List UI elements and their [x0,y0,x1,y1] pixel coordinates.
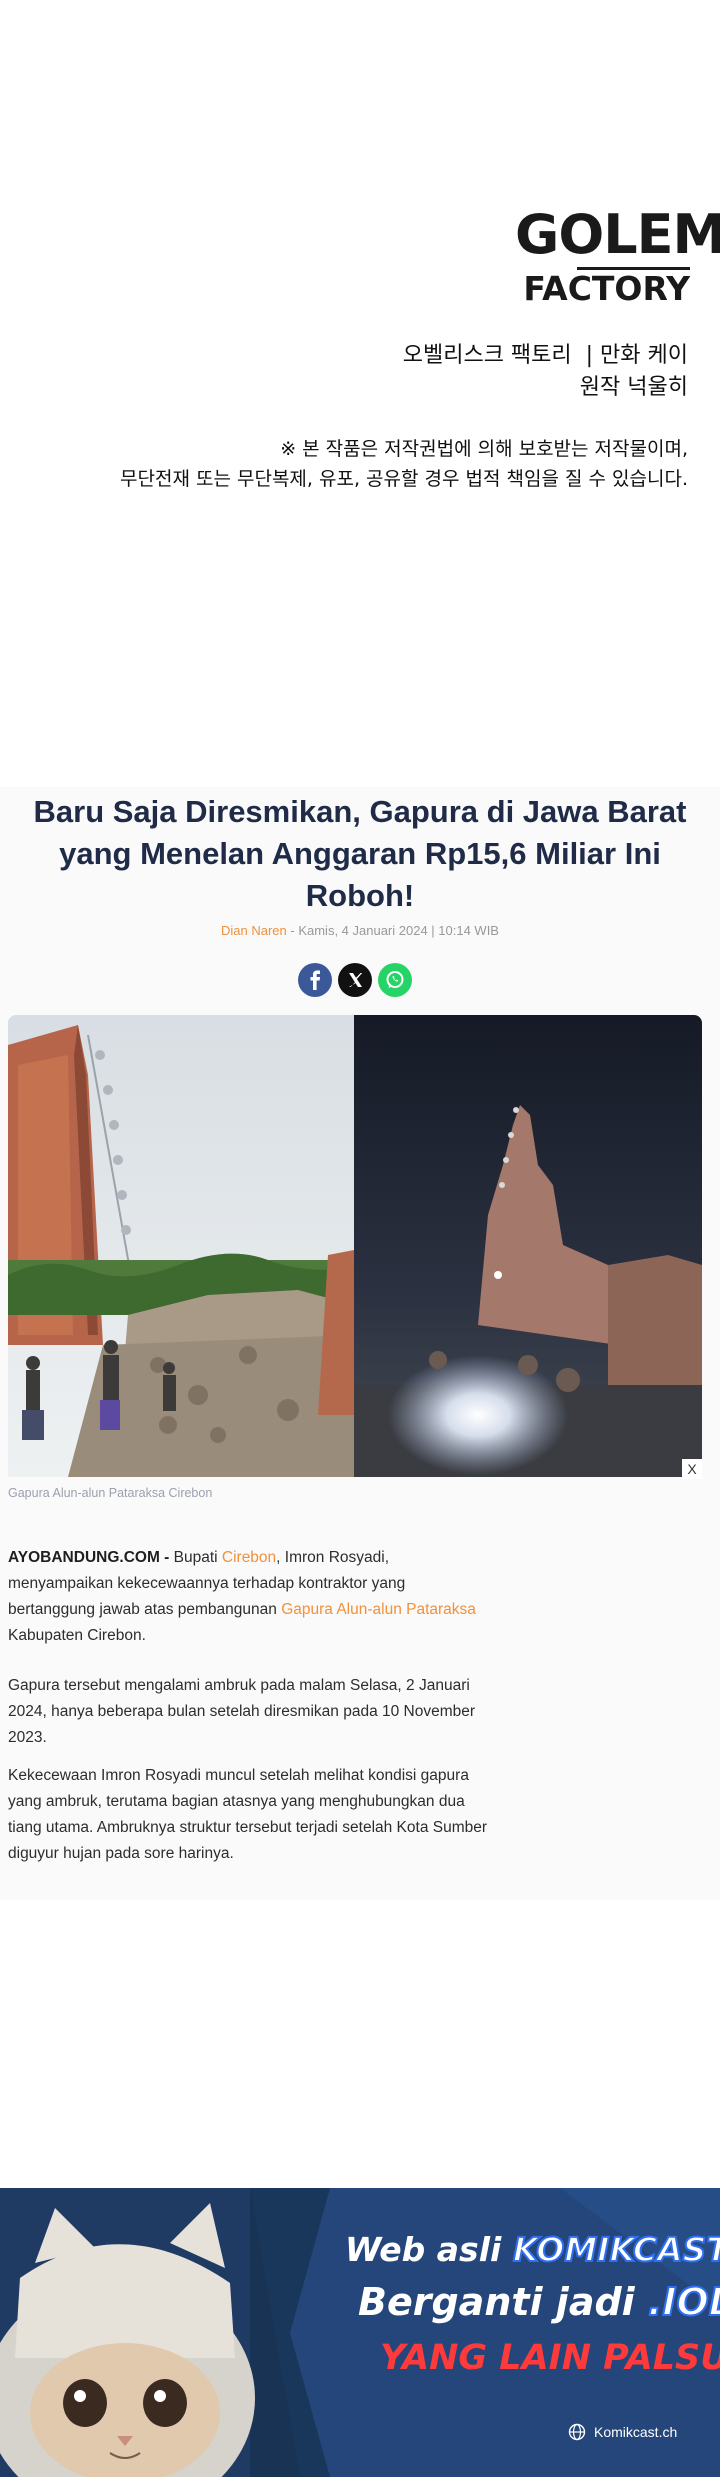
globe-icon [568,2423,586,2441]
paragraph-1: AYOBANDUNG.COM - Bupati Cirebon, Imron R… [8,1545,490,1649]
paragraph-2: Gapura tersebut mengalami ambruk pada ma… [8,1677,476,1746]
logo-line-1: GOLEM [515,203,720,266]
source-brand: AYOBANDUNG.COM - [8,1549,170,1566]
credit-line-2: 원작 넉울히 [579,375,688,400]
photo-close-button[interactable]: X [682,1459,702,1479]
copyright-notice: ※ 본 작품은 저작권법에 의해 보호받는 저작물이며, 무단전재 또는 무단복… [120,434,688,494]
p1-text-a: Bupati [169,1549,222,1566]
news-article: Baru Saja Diresmikan, Gapura di Jawa Bar… [0,787,720,1900]
whatsapp-share-button[interactable] [378,963,412,997]
gapura-link[interactable]: Gapura Alun-alun Pataraksa [281,1601,476,1618]
collapsed-gate-photo [8,1015,702,1477]
banner-line-1-a: Web asli [345,2230,513,2269]
x-share-button[interactable] [338,963,372,997]
byline: Dian Naren - Kamis, 4 Januari 2024 | 10:… [0,923,720,938]
author-link[interactable]: Dian Naren [221,923,287,938]
banner-line-3: YANG LAIN PALSU! [380,2338,720,2378]
whatsapp-icon [386,971,404,988]
banner-line-2-b: .IOL [647,2279,720,2325]
banner-footer: Komikcast.ch [568,2423,677,2441]
banner-footer-text: Komikcast.ch [594,2424,678,2440]
photo-caption: Gapura Alun-alun Pataraksa Cirebon [8,1486,213,1500]
notice-line-2: 무단전재 또는 무단복제, 유포, 공유할 경우 법적 책임을 질 수 있습니다… [120,468,688,490]
credit-block: 오벨리스크 팩토리 | 만화 케이 원작 넉울히 [403,340,688,404]
article-photo [8,1015,702,1477]
banner-line-1-b: KOMIKCAST.VIP [512,2229,720,2270]
promo-banner[interactable]: Web asli KOMIKCAST.VIP Berganti jadi .IO… [0,2188,720,2477]
headline-line-2: yang Menelan Anggaran Rp15,6 Miliar Ini [59,836,661,871]
golem-factory-logo: GOLEM FACTORY [515,203,720,315]
facebook-share-button[interactable] [298,963,332,997]
p1-text-c: Kabupaten Cirebon. [8,1627,146,1644]
facebook-icon [310,970,321,990]
credit-line-1: 오벨리스크 팩토리 | 만화 케이 [402,343,688,368]
article-headline: Baru Saja Diresmikan, Gapura di Jawa Bar… [0,791,720,917]
banner-line-2: Berganti jadi .IOL [358,2279,720,2325]
banner-line-2-a: Berganti jadi [358,2280,648,2324]
paragraph-3: Kekecewaan Imron Rosyadi muncul setelah … [8,1767,488,1862]
notice-line-1: ※ 본 작품은 저작권법에 의해 보호받는 저작물이며, [280,438,688,460]
x-icon [349,973,363,987]
publish-date: - Kamis, 4 Januari 2024 | 10:14 WIB [290,923,499,938]
headline-line-1: Baru Saja Diresmikan, Gapura di Jawa Bar… [33,794,687,829]
banner-line-1: Web asli KOMIKCAST.VIP [345,2229,720,2270]
logo-line-2: FACTORY [523,269,690,308]
headline-line-3: Roboh! [305,878,415,913]
cirebon-link[interactable]: Cirebon [222,1549,276,1566]
